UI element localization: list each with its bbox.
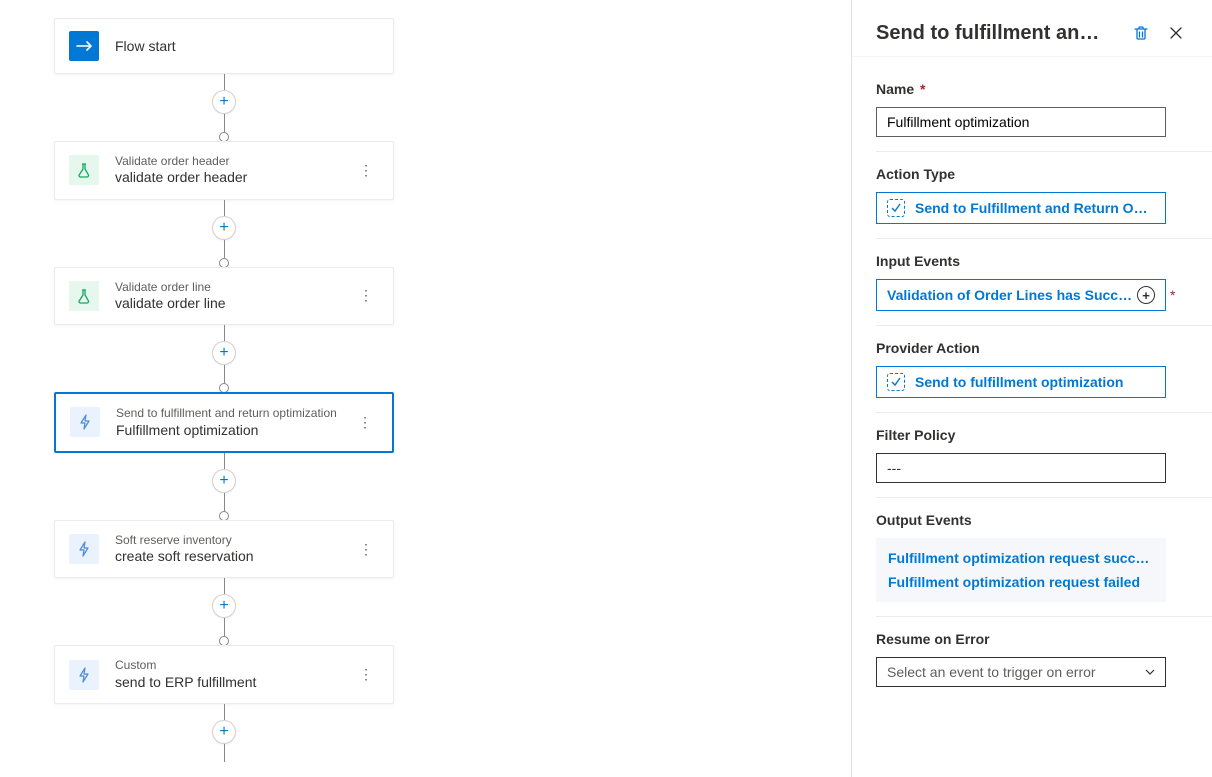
resume-label: Resume on Error xyxy=(876,631,1188,647)
details-panel: Send to fulfillment an… Name * Action Ty… xyxy=(852,0,1212,777)
add-step-button[interactable]: + xyxy=(212,720,236,744)
flow-step-node[interactable]: Validate order header validate order hea… xyxy=(54,141,394,200)
step-type-label: Validate order header xyxy=(115,154,353,168)
filter-policy-selector[interactable]: --- xyxy=(876,453,1166,483)
add-input-event-button[interactable]: + xyxy=(1137,286,1155,304)
bolt-icon xyxy=(70,407,100,437)
delete-button[interactable] xyxy=(1128,20,1154,46)
action-type-label: Action Type xyxy=(876,166,1188,182)
name-label: Name * xyxy=(876,81,1188,97)
step-title: Fulfillment optimization xyxy=(116,421,352,439)
output-event-item[interactable]: Fulfillment optimization request failed xyxy=(888,570,1154,594)
step-more-button[interactable]: ⋮ xyxy=(353,287,379,304)
flow-start-label: Flow start xyxy=(115,37,379,55)
flow-connector: + xyxy=(54,200,394,267)
flow-connector: + xyxy=(54,325,394,392)
provider-action-label: Provider Action xyxy=(876,340,1188,356)
action-type-selector[interactable]: Send to Fulfillment and Return Optimiza… xyxy=(876,192,1166,224)
step-more-button[interactable]: ⋮ xyxy=(352,414,378,431)
step-title: validate order line xyxy=(115,294,353,312)
flow-connector: + xyxy=(54,74,394,141)
close-button[interactable] xyxy=(1164,21,1188,45)
bolt-icon xyxy=(69,534,99,564)
filter-policy-label: Filter Policy xyxy=(876,427,1188,443)
optimize-icon xyxy=(887,199,905,217)
flow-connector: + xyxy=(54,578,394,645)
resume-on-error-select[interactable]: Select an event to trigger on error xyxy=(876,657,1166,687)
flow-start-icon xyxy=(69,31,99,61)
input-events-label: Input Events xyxy=(876,253,1188,269)
step-more-button[interactable]: ⋮ xyxy=(353,541,379,558)
add-step-button[interactable]: + xyxy=(212,341,236,365)
bolt-icon xyxy=(69,660,99,690)
output-events-list: Fulfillment optimization request succ…Fu… xyxy=(876,538,1166,602)
step-type-label: Custom xyxy=(115,658,353,672)
flow-step-node[interactable]: Custom send to ERP fulfillment ⋮ xyxy=(54,645,394,704)
required-icon: * xyxy=(1170,287,1175,303)
chevron-down-icon xyxy=(1145,669,1155,675)
add-step-button[interactable]: + xyxy=(212,469,236,493)
output-events-label: Output Events xyxy=(876,512,1188,528)
step-more-button[interactable]: ⋮ xyxy=(353,666,379,683)
add-step-button[interactable]: + xyxy=(212,90,236,114)
name-input[interactable] xyxy=(876,107,1166,137)
step-type-label: Validate order line xyxy=(115,280,353,294)
add-step-button[interactable]: + xyxy=(212,594,236,618)
flask-icon xyxy=(69,155,99,185)
flask-icon xyxy=(69,281,99,311)
step-title: send to ERP fulfillment xyxy=(115,673,353,691)
add-step-button[interactable]: + xyxy=(212,216,236,240)
flow-step-node[interactable]: Validate order line validate order line … xyxy=(54,267,394,326)
step-type-label: Send to fulfillment and return optimizat… xyxy=(116,406,352,420)
provider-action-selector[interactable]: Send to fulfillment optimization xyxy=(876,366,1166,398)
step-title: validate order header xyxy=(115,168,353,186)
panel-title: Send to fulfillment an… xyxy=(876,22,1120,45)
step-more-button[interactable]: ⋮ xyxy=(353,162,379,179)
step-type-label: Soft reserve inventory xyxy=(115,533,353,547)
flow-connector: + xyxy=(54,453,394,520)
input-event-selector[interactable]: Validation of Order Lines has Succeed… + xyxy=(876,279,1166,311)
flow-step-node[interactable]: Soft reserve inventory create soft reser… xyxy=(54,520,394,579)
step-title: create soft reservation xyxy=(115,547,353,565)
output-event-item[interactable]: Fulfillment optimization request succ… xyxy=(888,546,1154,570)
flow-step-node[interactable]: Send to fulfillment and return optimizat… xyxy=(54,392,394,453)
flow-canvas[interactable]: Flow start + Validate order header valid… xyxy=(0,0,852,777)
provider-icon xyxy=(887,373,905,391)
flow-connector: + xyxy=(54,704,394,762)
flow-start-node[interactable]: Flow start xyxy=(54,18,394,74)
